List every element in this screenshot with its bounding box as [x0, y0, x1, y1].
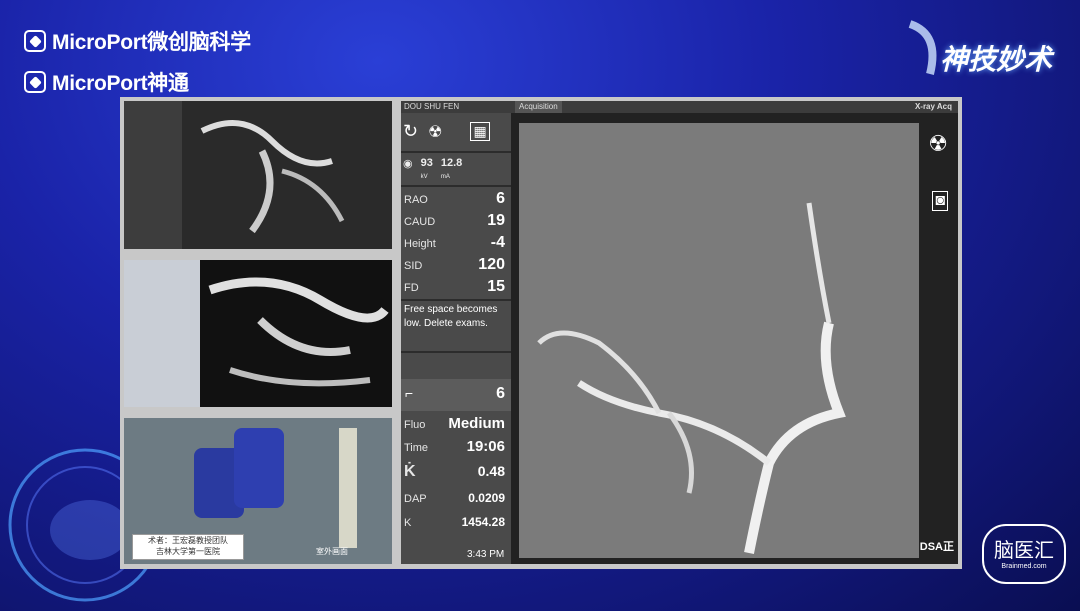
- clock: 3:43 PM: [467, 549, 505, 560]
- pane2-sidebar: [124, 260, 200, 407]
- param-fd: FD 15: [404, 278, 505, 295]
- radiation-status-icon: ☢: [928, 131, 948, 156]
- dose-row: ◉ 93 kV 12.8 mA: [403, 157, 463, 180]
- panel-icon-row: ↻ ☢ ▦: [403, 121, 490, 142]
- dsa-label: DSA正: [919, 541, 954, 553]
- param-rao: RAO 6: [404, 190, 505, 207]
- surgeon-figure: [234, 428, 284, 508]
- param-height: Height -4: [404, 234, 505, 251]
- vessel-3d-render: [200, 120, 345, 234]
- acquisition-panel: ↻ ☢ ▦ ◉ 93 kV 12.8 mA RAO 6 CAUD 19 Height -4…: [401, 113, 511, 564]
- video-frame: 术者：王宏磊教授团队 吉林大学第一医院 室外画面 DOU SHU FEN Acq…: [120, 97, 962, 569]
- tab-acquisition[interactable]: Acquisition: [515, 101, 562, 113]
- eye-icon: ◉: [403, 158, 413, 170]
- fluoro-time: Time 19:06: [404, 438, 505, 455]
- param-sid: SID 120: [404, 256, 505, 273]
- param-caud: CAUD 19: [404, 212, 505, 229]
- c-arm-stand: [339, 428, 357, 548]
- surgeon-caption: 术者：王宏磊教授团队 吉林大学第一医院: [132, 534, 244, 560]
- frame-counter: ⌐ 6: [401, 379, 511, 411]
- cerebral-vessels: [537, 202, 846, 554]
- vessel-volume-render: [200, 260, 392, 407]
- operating-room-camera-pane[interactable]: 术者：王宏磊教授团队 吉林大学第一医院 室外画面: [124, 418, 392, 564]
- grid-icon[interactable]: ▦: [470, 122, 490, 141]
- radiation-icon[interactable]: ☢: [428, 122, 442, 142]
- viewer-header: DOU SHU FEN Acquisition X-ray Acq: [401, 101, 958, 113]
- frame-icon: ⌐: [405, 385, 414, 401]
- brand-line-1: MicroPort微创脑科学: [24, 26, 251, 56]
- mode-label: X-ray Acq: [914, 102, 952, 111]
- storage-warning: Free space becomes low. Delete exams.: [404, 304, 498, 329]
- pane1-sidebar: [124, 101, 182, 249]
- workstation-3d-pane[interactable]: [124, 260, 392, 407]
- refresh-icon[interactable]: ↻: [403, 121, 418, 142]
- dsa-image[interactable]: [519, 123, 919, 558]
- kerma-rate: K̇ 0.48: [404, 463, 505, 480]
- room-overlay-label: 室外画面: [316, 547, 348, 556]
- fluoro-mode: Fluo Medium: [404, 415, 505, 432]
- patient-name: DOU SHU FEN: [404, 102, 460, 111]
- angiography-3d-pane[interactable]: [124, 101, 392, 249]
- xray-acquisition-viewer[interactable]: DOU SHU FEN Acquisition X-ray Acq ↻ ☢ ▦ …: [401, 101, 958, 564]
- dap-rate: DAP 0.0209: [404, 491, 505, 505]
- microport-logo-icon: [24, 71, 46, 93]
- microport-logo-icon: [24, 30, 46, 52]
- program-badge: 神技妙术: [900, 14, 1060, 84]
- brainmed-watermark: 脑医汇 Brainmed.com: [982, 524, 1066, 584]
- camera-icon[interactable]: ◙: [932, 191, 948, 211]
- kerma-total: K 1454.28: [404, 515, 505, 529]
- brand-line-2: MicroPort神通: [24, 67, 189, 97]
